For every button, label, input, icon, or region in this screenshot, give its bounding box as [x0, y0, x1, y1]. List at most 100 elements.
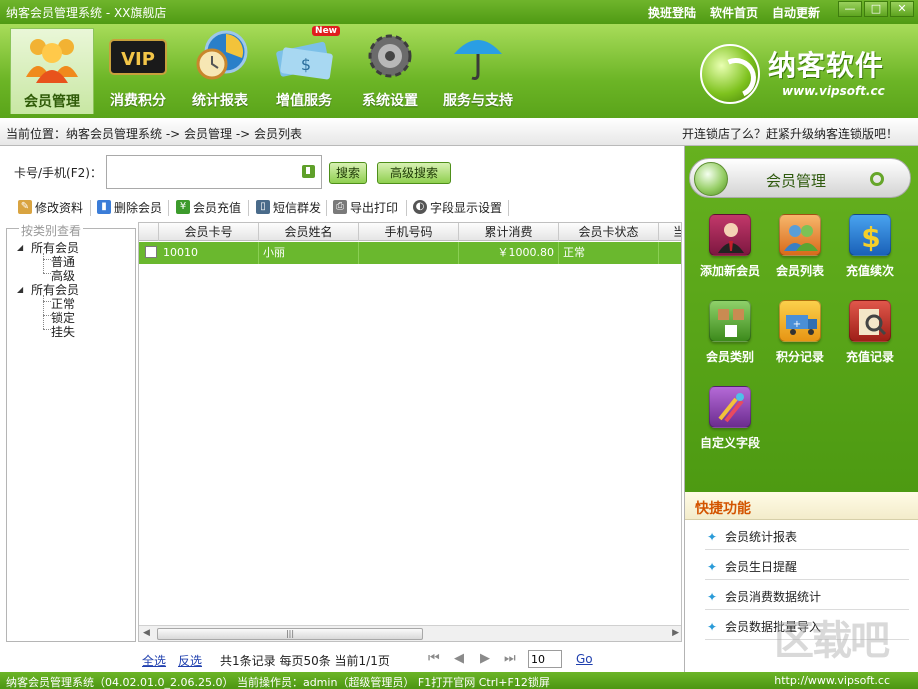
phone-icon: ▯ — [256, 200, 270, 214]
row-checkbox[interactable] — [145, 246, 157, 258]
scroll-right-icon[interactable]: ▶ — [672, 628, 679, 638]
nav-consumption-points[interactable]: VIP 消费积分 — [96, 28, 180, 114]
tree-connector — [43, 301, 51, 302]
search-input[interactable] — [106, 155, 322, 189]
prev-page-icon[interactable]: ◀ — [454, 651, 464, 666]
panel-ring-icon — [870, 172, 884, 186]
delete-member-button[interactable]: ▮ 删除会员 — [97, 198, 162, 216]
breadcrumb-bar: 当前位置：纳客会员管理系统 -> 会员管理 -> 会员列表 开连锁店了么？赶紧升… — [0, 118, 918, 146]
toolbar-divider — [90, 200, 91, 216]
page-number-input[interactable] — [528, 650, 562, 668]
breadcrumb: 当前位置：纳客会员管理系统 -> 会员管理 -> 会员列表 — [6, 127, 303, 141]
go-link[interactable]: Go — [576, 652, 593, 666]
invert-selection-link[interactable]: 反选 — [178, 652, 202, 669]
cell-total-spent: ￥1000.80 — [459, 242, 559, 264]
toolbar-divider — [168, 200, 169, 216]
quick-member-stats[interactable]: ✦ 会员统计报表 — [705, 524, 909, 550]
next-page-icon[interactable]: ▶ — [480, 651, 490, 666]
recharge-record-tile[interactable]: 充值记录 — [835, 300, 905, 374]
members-icon — [22, 31, 82, 83]
yen-icon: ¥ — [176, 200, 190, 214]
main-panel: 卡号/手机(F2)： 搜索 高级搜索 ✎ 修改资料 ▮ 删除会员 ¥ 会员充值 … — [0, 146, 684, 672]
cell-card-status: 正常 — [559, 242, 659, 264]
export-print-button[interactable]: ⎙ 导出打印 — [333, 198, 398, 216]
gear-icon — [360, 30, 420, 82]
svg-text:+: + — [793, 319, 801, 330]
header-total-spent[interactable]: 累计消费 — [459, 223, 559, 241]
toolbar-label: 删除会员 — [114, 200, 163, 215]
nav-system-settings[interactable]: 系统设置 — [348, 28, 432, 114]
star-icon: ✦ — [707, 530, 718, 544]
member-recharge-button[interactable]: ¥ 会员充值 — [176, 198, 241, 216]
member-list-tile[interactable]: 会员列表 — [765, 214, 835, 288]
sms-broadcast-button[interactable]: ▯ 短信群发 — [256, 198, 321, 216]
maximize-button[interactable]: □ — [864, 1, 888, 17]
member-table: 会员卡号 会员姓名 手机号码 累计消费 会员卡状态 当 10010 小丽 ￥10… — [138, 222, 682, 642]
points-record-tile[interactable]: + 积分记录 — [765, 300, 835, 374]
header-checkbox-cell — [139, 223, 159, 241]
quick-item-label: 会员数据批量导入 — [725, 620, 822, 634]
recharge-tile[interactable]: $ 充值续次 — [835, 214, 905, 288]
nav-service-support[interactable]: 服务与支持 — [436, 28, 520, 114]
umbrella-icon — [448, 30, 508, 82]
advanced-search-button[interactable]: 高级搜索 — [377, 162, 451, 184]
expand-triangle-icon[interactable]: ◢ — [17, 243, 23, 252]
quick-consumption-stats[interactable]: ✦ 会员消费数据统计 — [705, 584, 909, 610]
minimize-button[interactable]: — — [838, 1, 862, 17]
brand-url: www.vipsoft.cc — [782, 84, 885, 98]
last-page-icon[interactable]: ⏭ — [504, 651, 516, 666]
quick-functions-title: 快捷功能 — [685, 492, 918, 520]
toolbar: ✎ 修改资料 ▮ 删除会员 ¥ 会员充值 ▯ 短信群发 ⎙ 导出打印 ◐ 字段显… — [0, 196, 684, 218]
scroll-left-icon[interactable]: ◀ — [143, 628, 150, 638]
nav-label: 增值服务 — [276, 93, 332, 109]
software-home-link[interactable]: 软件首页 — [710, 4, 758, 21]
status-url: http://www.vipsoft.cc — [774, 674, 890, 687]
table-row[interactable]: 10010 小丽 ￥1000.80 正常 — [139, 242, 681, 264]
status-bar: 纳客会员管理系统（04.02.01.0_2.06.25.0） 当前操作员：adm… — [0, 672, 918, 689]
quick-batch-import[interactable]: ✦ 会员数据批量导入 — [705, 614, 909, 640]
panel-header: 会员管理 — [689, 158, 911, 198]
magnifier-icon — [849, 300, 891, 342]
member-shortcuts: 会员管理 添加新会员 会员列表 $ 充值续次 会员类别 + 积分记录 充值记录 … — [685, 146, 918, 492]
edit-info-button[interactable]: ✎ 修改资料 — [18, 198, 83, 216]
toolbar-divider — [248, 200, 249, 216]
add-member-tile[interactable]: 添加新会员 — [695, 214, 765, 288]
header-more[interactable]: 当 — [659, 223, 681, 241]
shift-login-link[interactable]: 换班登陆 — [648, 4, 696, 21]
toolbar-divider — [508, 200, 509, 216]
nav-member-management[interactable]: 会员管理 — [10, 28, 94, 114]
search-button[interactable]: 搜索 — [329, 162, 367, 184]
users-icon — [779, 214, 821, 256]
title-links: 换班登陆 软件首页 自动更新 — [648, 4, 820, 21]
promo-link[interactable]: 开连锁店了么？赶紧升级纳客连锁版吧！ — [682, 125, 898, 142]
tree-connector — [43, 329, 51, 330]
clock-chart-icon — [190, 30, 250, 82]
header-phone[interactable]: 手机号码 — [359, 223, 459, 241]
nav-value-added[interactable]: $ New 增值服务 — [262, 26, 346, 114]
header-card-number[interactable]: 会员卡号 — [159, 223, 259, 241]
expand-triangle-icon[interactable]: ◢ — [17, 285, 23, 294]
tree-connector — [43, 273, 51, 274]
close-button[interactable]: ✕ — [890, 1, 914, 17]
cell-card-number: 10010 — [159, 242, 259, 264]
auto-update-link[interactable]: 自动更新 — [772, 4, 820, 21]
nav-statistics[interactable]: 统计报表 — [178, 28, 262, 114]
pager-info: 共1条记录 每页50条 当前1/1页 — [220, 654, 390, 668]
quick-birthday-reminder[interactable]: ✦ 会员生日提醒 — [705, 554, 909, 580]
member-category-tile[interactable]: 会员类别 — [695, 300, 765, 374]
tree-node-lost[interactable]: 挂失 — [51, 323, 75, 340]
card-reader-icon[interactable] — [302, 165, 315, 178]
scroll-thumb[interactable]: ||| — [157, 628, 423, 640]
toolbar-label: 导出打印 — [350, 200, 399, 215]
quick-item-label: 会员生日提醒 — [725, 560, 798, 574]
select-all-link[interactable]: 全选 — [142, 652, 166, 669]
svg-text:$: $ — [301, 55, 311, 74]
header-member-name[interactable]: 会员姓名 — [259, 223, 359, 241]
horizontal-scrollbar[interactable]: ◀ ||| ▶ — [139, 625, 681, 641]
first-page-icon[interactable]: ⏮ — [428, 651, 440, 666]
header-card-status[interactable]: 会员卡状态 — [559, 223, 659, 241]
printer-icon: ⎙ — [333, 200, 347, 214]
custom-field-tile[interactable]: 自定义字段 — [695, 386, 765, 460]
field-display-settings-button[interactable]: ◐ 字段显示设置 — [413, 198, 502, 216]
star-icon: ✦ — [707, 620, 718, 634]
